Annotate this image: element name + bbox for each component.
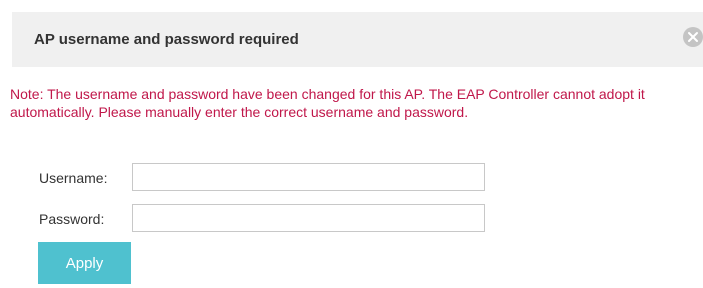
dialog-header: AP username and password required [12, 12, 703, 67]
note-message: Note: The username and password have bee… [10, 86, 645, 120]
ap-credentials-dialog: AP username and password required Note: … [0, 0, 703, 288]
password-label: Password: [39, 211, 105, 227]
dialog-title: AP username and password required [34, 31, 299, 48]
close-button[interactable] [683, 27, 703, 47]
password-input[interactable] [132, 204, 485, 232]
username-label: Username: [39, 170, 108, 186]
close-icon [688, 32, 698, 42]
username-input[interactable] [132, 163, 485, 191]
apply-button[interactable]: Apply [38, 242, 131, 284]
